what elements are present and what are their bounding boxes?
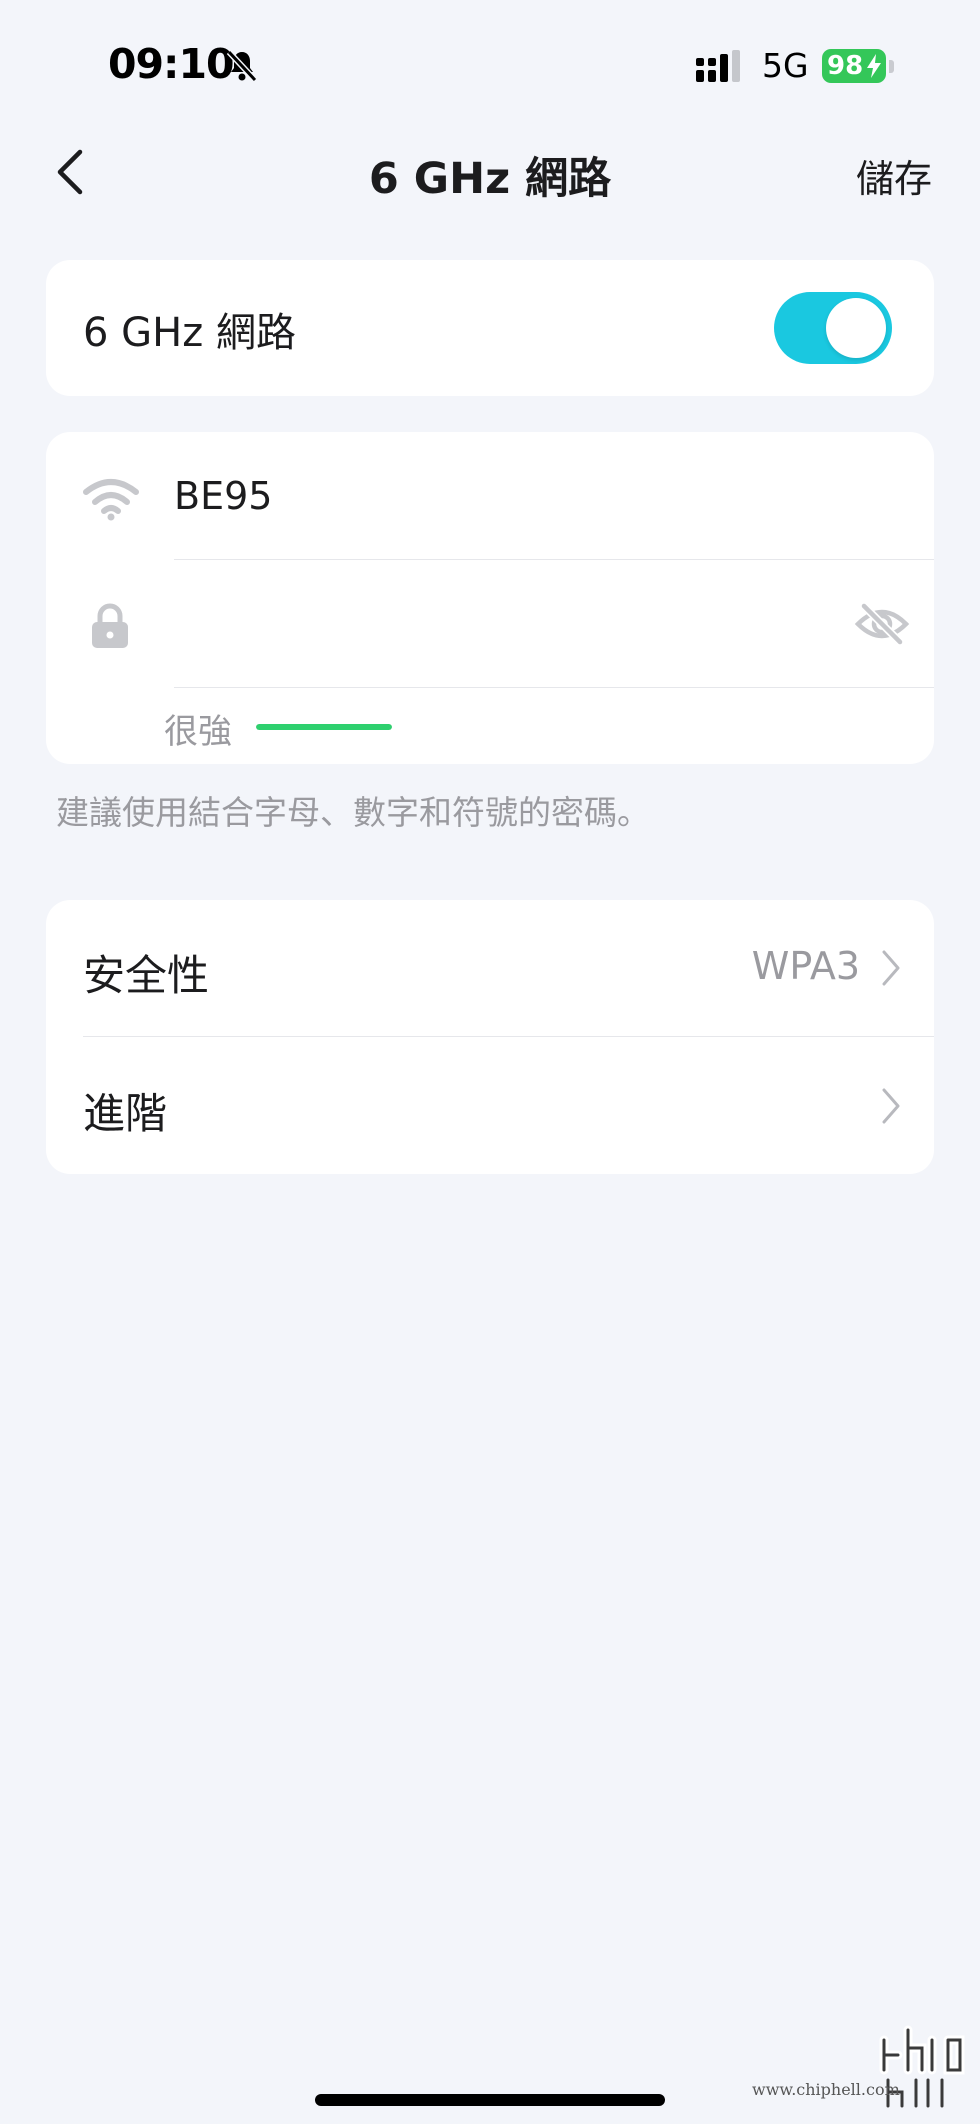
security-row[interactable]: 安全性 WPA3 bbox=[46, 900, 934, 1037]
toggle-knob bbox=[826, 298, 886, 358]
save-button[interactable]: 儲存 bbox=[856, 148, 932, 203]
battery-cap bbox=[889, 60, 894, 73]
charging-bolt-icon bbox=[867, 54, 881, 78]
battery-indicator: 98 bbox=[822, 49, 886, 83]
settings-card: 安全性 WPA3 進階 bbox=[46, 900, 934, 1174]
battery-level: 98 bbox=[827, 51, 864, 81]
password-hint: 建議使用結合字母、數字和符號的密碼。 bbox=[56, 793, 650, 832]
ssid-field[interactable]: BE95 bbox=[174, 474, 272, 518]
bell-muted-icon bbox=[226, 49, 258, 83]
home-indicator[interactable] bbox=[315, 2094, 665, 2106]
band-toggle-switch[interactable] bbox=[774, 292, 892, 364]
divider bbox=[174, 559, 934, 560]
watermark-url: www.chiphell.com bbox=[752, 2080, 900, 2099]
cellular-signal-icon bbox=[696, 50, 740, 82]
band-toggle-card: 6 GHz 網路 bbox=[46, 260, 934, 396]
band-toggle-label: 6 GHz 網路 bbox=[83, 310, 296, 356]
password-strength-label: 很強 bbox=[164, 712, 232, 752]
divider bbox=[83, 1036, 934, 1037]
status-bar: 09:10 5G 98 bbox=[0, 0, 980, 130]
wifi-icon bbox=[83, 479, 139, 521]
page-title: 6 GHz 網路 bbox=[368, 154, 612, 204]
eye-off-icon[interactable] bbox=[854, 600, 910, 648]
network-type: 5G bbox=[762, 46, 809, 85]
chevron-right-icon bbox=[882, 1088, 900, 1124]
status-time: 09:10 bbox=[108, 40, 235, 88]
advanced-label: 進階 bbox=[83, 1089, 168, 1138]
chevron-right-icon bbox=[882, 950, 900, 986]
password-input[interactable] bbox=[174, 582, 774, 662]
security-value: WPA3 bbox=[751, 944, 860, 988]
divider bbox=[174, 687, 934, 688]
password-strength-fill bbox=[256, 724, 392, 730]
lock-icon bbox=[92, 603, 128, 648]
password-strength-bar bbox=[256, 724, 392, 730]
advanced-row[interactable]: 進階 bbox=[46, 1038, 934, 1174]
security-label: 安全性 bbox=[83, 951, 210, 1000]
wifi-credentials-card: BE95 很強 bbox=[46, 432, 934, 764]
